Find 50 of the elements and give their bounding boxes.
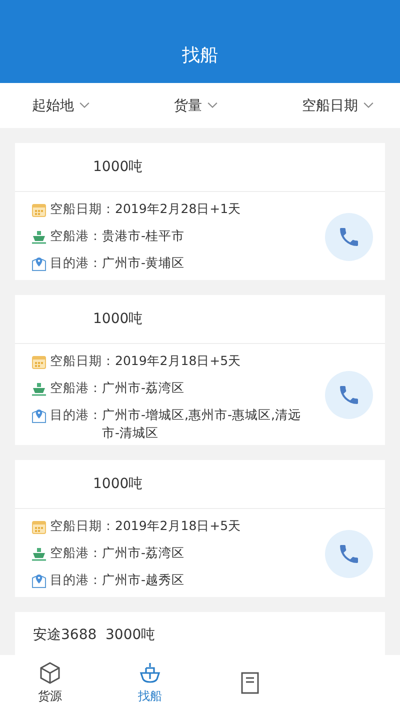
ship-title: 1000吨 [93, 158, 143, 176]
field-label: 目的港： [50, 406, 102, 424]
ship-title: 1000吨 [93, 310, 143, 328]
filter-dropdown[interactable]: 起始地 [32, 92, 90, 118]
calendar-icon [31, 519, 47, 535]
location-pin-icon [31, 256, 47, 272]
field-label: 空船港： [50, 544, 102, 562]
field-value: 贵港市-桂平市 [102, 227, 186, 245]
chevron-down-icon [79, 102, 90, 109]
chevron-down-icon [207, 102, 218, 109]
chevron-down-icon [363, 102, 374, 109]
field-label: 目的港： [50, 254, 102, 272]
ship-icon [31, 229, 47, 245]
calendar-icon [31, 202, 47, 218]
ship-card[interactable]: 1000吨 空船日期：2019年2月18日+5天 空船港：广州市-荔湾区 目的港：广州市-增城区,惠州市-惠城区,清远市-清城区 [15, 295, 385, 445]
phone-button[interactable] [325, 371, 373, 419]
field-label: 空船日期： [50, 200, 115, 218]
ship-icon [31, 546, 47, 562]
field-value: 广州市-荔湾区 [102, 544, 186, 562]
field-value: 2019年2月18日+5天 [115, 352, 242, 370]
phone-button[interactable] [325, 530, 373, 578]
filter-dropdown[interactable]: 空船日期 [302, 92, 374, 118]
ship-icon [138, 661, 162, 685]
field-value: 广州市-增城区,惠州市-惠城区,清远市-清城区 [102, 406, 302, 442]
ship-card[interactable]: 1000吨 空船日期：2019年2月28日+1天 空船港：贵港市-桂平市 目的港：广州市-黄埔区 [15, 143, 385, 280]
nav-tab[interactable]: 找船 [100, 660, 200, 706]
field-value: 广州市-越秀区 [102, 571, 186, 589]
field-value: 广州市-荔湾区 [102, 379, 186, 397]
field-label: 空船港： [50, 227, 102, 245]
ship-card[interactable]: 安途3688 3000吨 [15, 612, 385, 655]
field-label: 空船日期： [50, 517, 115, 535]
phone-icon [337, 383, 361, 407]
ship-icon [31, 381, 47, 397]
location-pin-icon [31, 408, 47, 424]
filter-dropdown[interactable]: 货量 [174, 92, 218, 118]
field-label: 目的港： [50, 571, 102, 589]
field-label: 空船日期： [50, 352, 115, 370]
ship-title: 1000吨 [93, 475, 143, 493]
field-value: 2019年2月18日+5天 [115, 517, 242, 535]
field-value: 2019年2月28日+1天 [115, 200, 242, 218]
field-value: 广州市-黄埔区 [102, 254, 186, 272]
phone-button[interactable] [325, 212, 373, 260]
box-icon [38, 661, 62, 685]
ship-card[interactable]: 1000吨 空船日期：2019年2月18日+5天 空船港：广州市-荔湾区 目的港：广州市-越秀区 [15, 460, 385, 597]
field-label: 空船港： [50, 379, 102, 397]
calendar-icon [31, 354, 47, 370]
location-pin-icon [31, 573, 47, 589]
nav-tab[interactable]: 货源 [0, 660, 100, 706]
ship-title: 安途3688 3000吨 [33, 626, 156, 644]
page-title: 找船 [182, 44, 218, 67]
